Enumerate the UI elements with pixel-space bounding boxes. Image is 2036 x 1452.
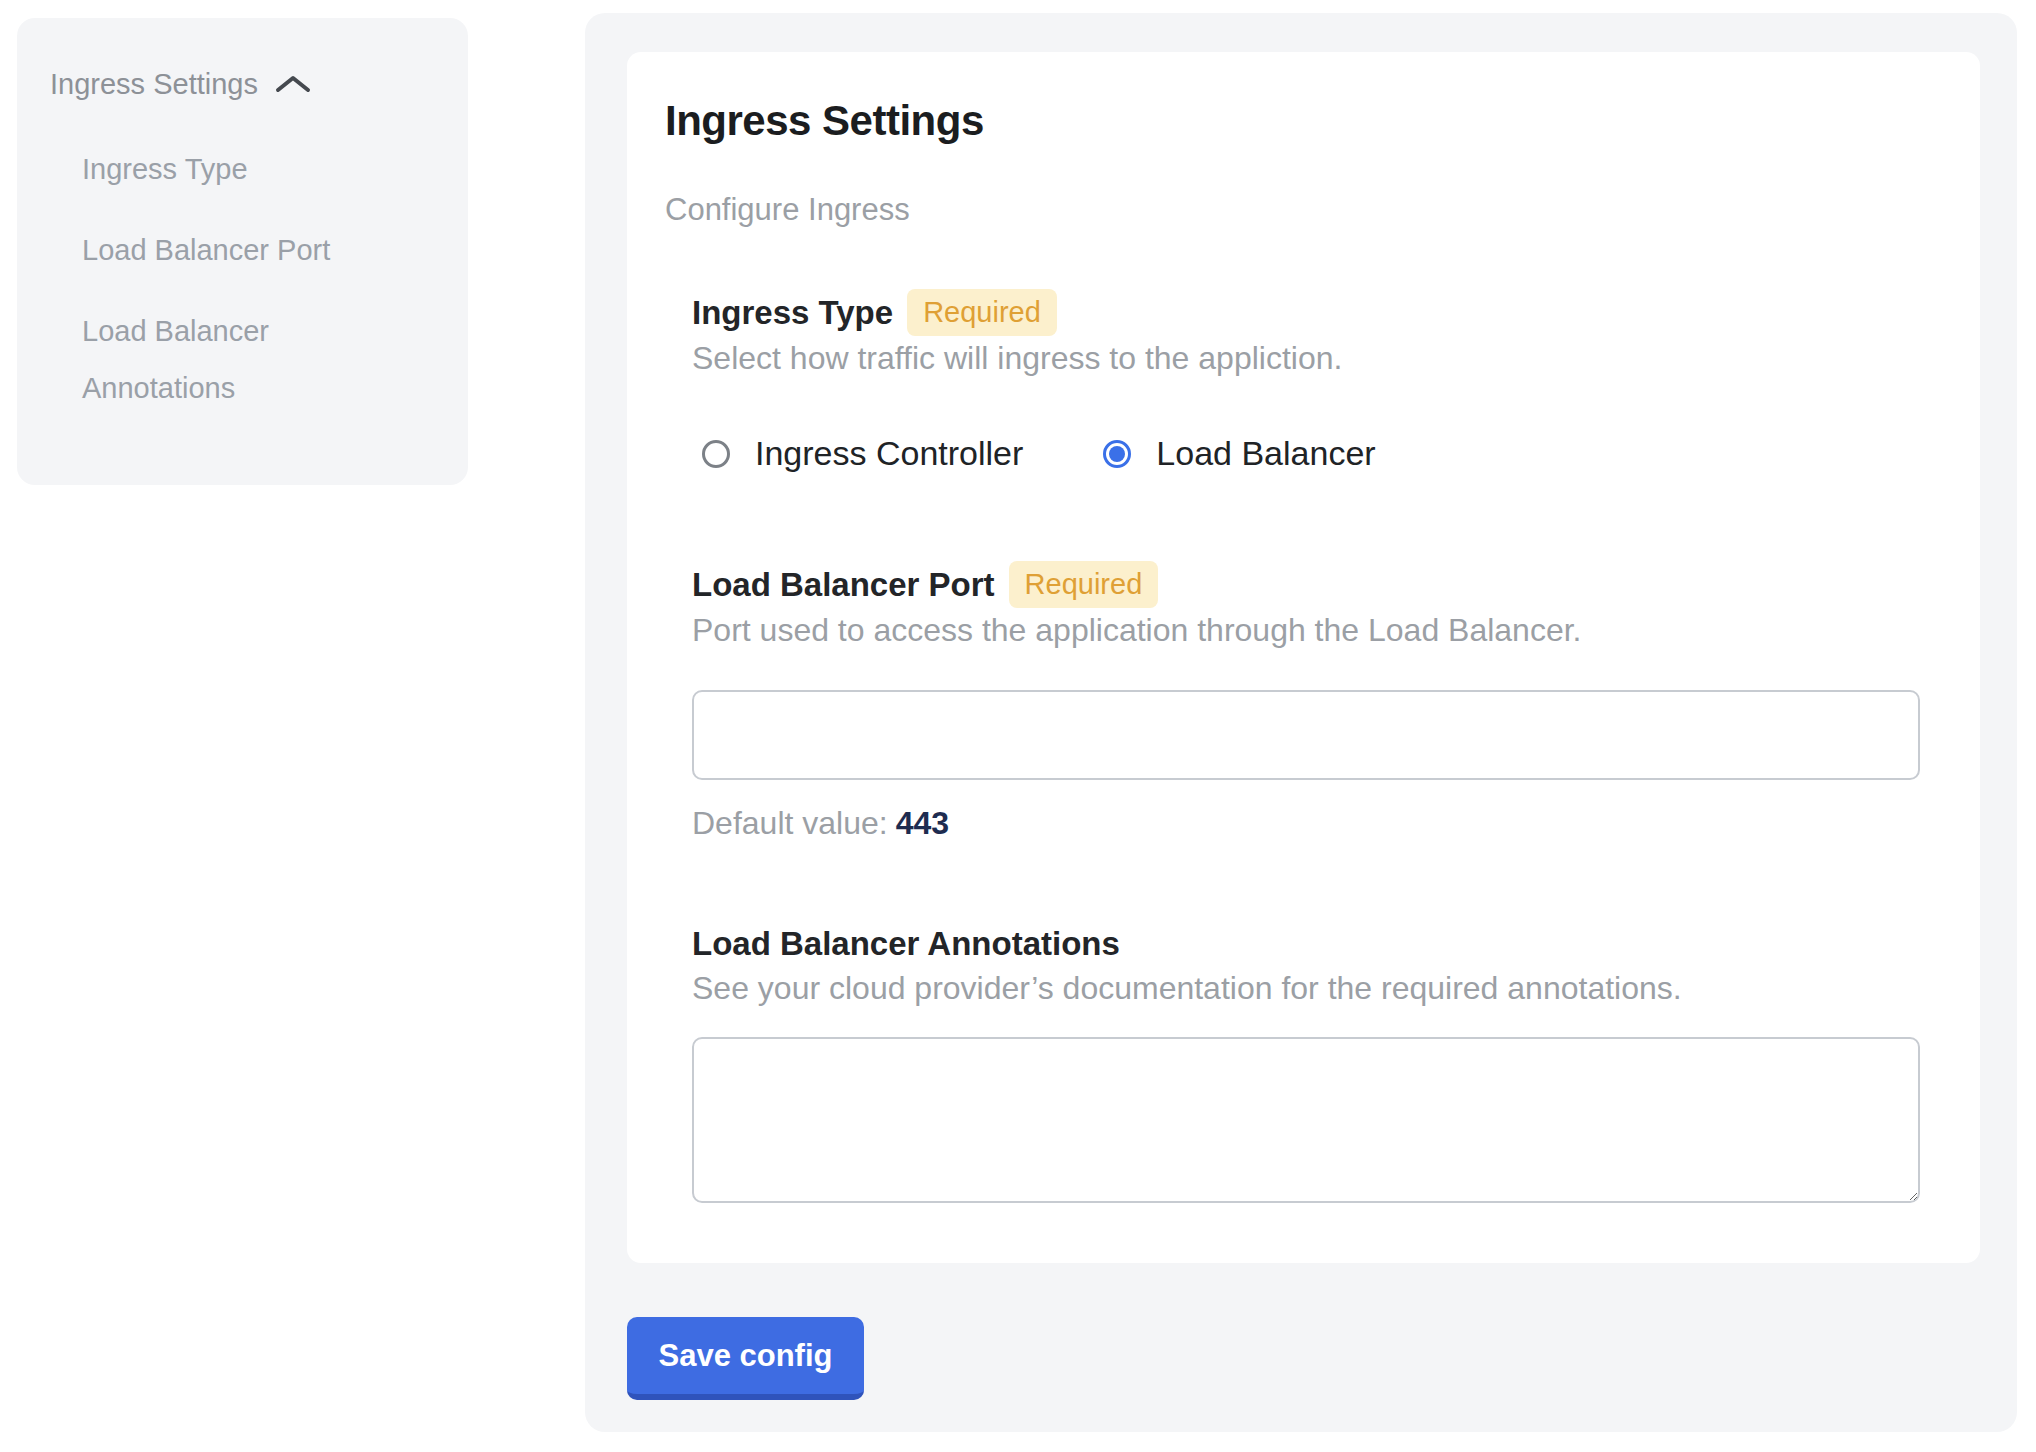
ingress-settings-card: Ingress Settings Configure Ingress Ingre… bbox=[627, 52, 1980, 1263]
load-balancer-annotations-textarea[interactable] bbox=[692, 1037, 1920, 1203]
save-config-button[interactable]: Save config bbox=[627, 1317, 864, 1400]
required-badge: Required bbox=[1009, 561, 1159, 608]
ingress-type-options: Ingress Controller Load Balancer bbox=[692, 430, 1980, 477]
default-value-row: Default value:443 bbox=[692, 801, 1980, 845]
radio-load-balancer[interactable]: Load Balancer bbox=[1103, 434, 1375, 473]
ingress-type-label: Ingress Type bbox=[692, 294, 893, 332]
load-balancer-annotations-description: See your cloud provider’s documentation … bbox=[692, 966, 1980, 1010]
field-label-row: Load Balancer Annotations bbox=[692, 922, 1980, 966]
load-balancer-port-description: Port used to access the application thro… bbox=[692, 608, 1980, 652]
radio-selected-icon[interactable] bbox=[1103, 440, 1131, 468]
radio-label: Ingress Controller bbox=[755, 434, 1023, 473]
nav-item-load-balancer-annotations[interactable]: Load Balancer Annotations bbox=[82, 303, 412, 417]
nav-group-label: Ingress Settings bbox=[50, 68, 258, 101]
nav-item-ingress-type[interactable]: Ingress Type bbox=[82, 141, 412, 198]
radio-ingress-controller[interactable]: Ingress Controller bbox=[702, 434, 1023, 473]
required-badge: Required bbox=[907, 289, 1057, 336]
nav-item-load-balancer-port[interactable]: Load Balancer Port bbox=[82, 222, 412, 279]
nav-items: Ingress Type Load Balancer Port Load Bal… bbox=[82, 141, 440, 417]
load-balancer-port-label: Load Balancer Port bbox=[692, 566, 995, 604]
default-value: 443 bbox=[896, 805, 949, 841]
page-subtitle: Configure Ingress bbox=[665, 190, 1980, 230]
field-label-row: Ingress Type Required bbox=[692, 289, 1980, 336]
field-label-row: Load Balancer Port Required bbox=[692, 561, 1980, 608]
default-value-label: Default value: bbox=[692, 805, 888, 841]
chevron-up-icon[interactable] bbox=[274, 74, 312, 94]
nav-group-ingress-settings[interactable]: Ingress Settings bbox=[50, 55, 440, 113]
settings-nav: Ingress Settings Ingress Type Load Balan… bbox=[17, 18, 468, 485]
radio-label: Load Balancer bbox=[1156, 434, 1375, 473]
load-balancer-port-input[interactable] bbox=[692, 690, 1920, 780]
page-title: Ingress Settings bbox=[665, 96, 1980, 146]
field-load-balancer-annotations: Load Balancer Annotations See your cloud… bbox=[692, 922, 1980, 1203]
settings-panel: Ingress Settings Configure Ingress Ingre… bbox=[585, 13, 2017, 1432]
load-balancer-annotations-label: Load Balancer Annotations bbox=[692, 925, 1120, 963]
ingress-type-description: Select how traffic will ingress to the a… bbox=[692, 336, 1980, 380]
field-load-balancer-port: Load Balancer Port Required Port used to… bbox=[692, 561, 1980, 845]
field-ingress-type: Ingress Type Required Select how traffic… bbox=[692, 289, 1980, 477]
radio-unselected-icon[interactable] bbox=[702, 440, 730, 468]
